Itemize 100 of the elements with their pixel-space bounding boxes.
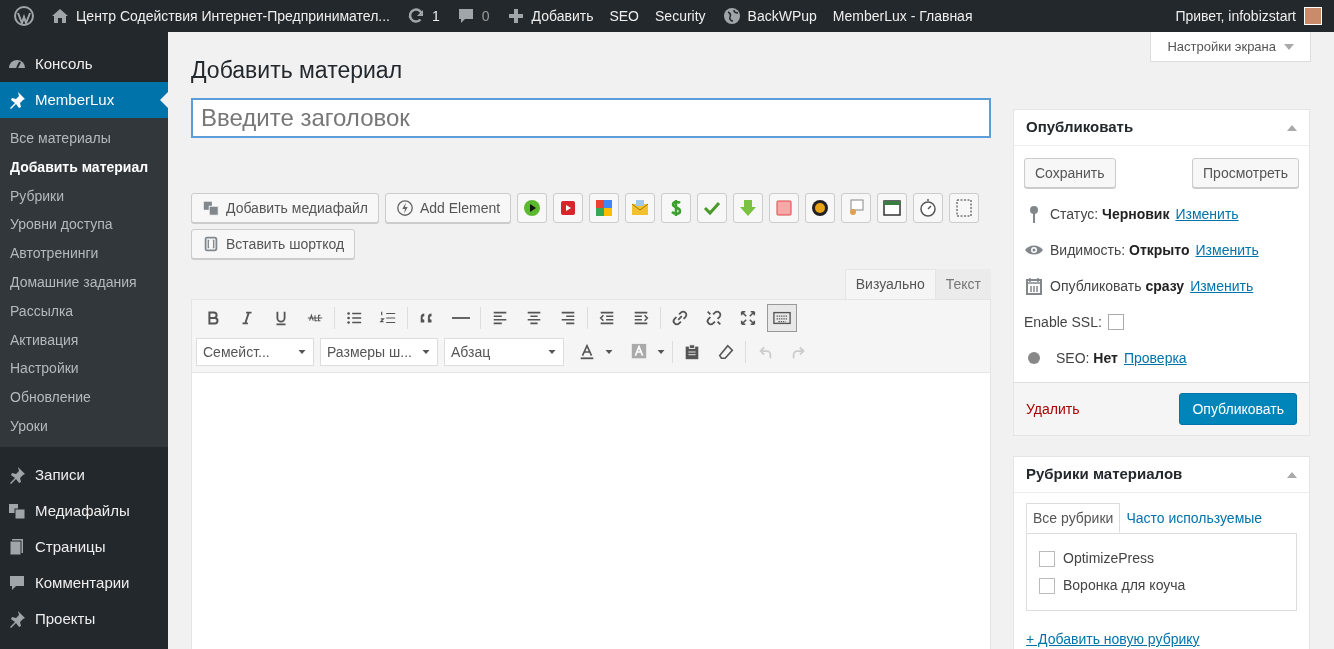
greeting-link[interactable]: Привет, infobizstart bbox=[1175, 5, 1296, 27]
toolbar-label: Центр Содействия Интернет-Предпринимател... bbox=[76, 6, 390, 26]
category-checkbox[interactable] bbox=[1039, 550, 1055, 567]
unlink-icon bbox=[705, 309, 723, 327]
page-title: Добавить материал bbox=[191, 56, 404, 85]
home-icon bbox=[50, 6, 70, 26]
add-category-link[interactable]: + Добавить новую рубрику bbox=[1026, 629, 1200, 649]
field-label: Enable SSL: bbox=[1024, 312, 1102, 332]
window-icon bbox=[882, 198, 903, 218]
submenu-item[interactable]: Активация bbox=[0, 325, 168, 355]
title-input-field[interactable]: Введите заголовок bbox=[191, 98, 991, 138]
media-button[interactable]: Add Element bbox=[384, 193, 512, 223]
toolbar-label: BackWPup bbox=[747, 6, 817, 26]
format-dropdown[interactable]: Семейст... bbox=[196, 338, 314, 366]
menu-label: Комментарии bbox=[35, 572, 130, 593]
avatar-placeholder bbox=[1304, 7, 1322, 25]
envelope-icon bbox=[630, 198, 651, 218]
down-arrow-icon bbox=[738, 198, 759, 218]
status-text: SEO: Нет bbox=[1056, 348, 1118, 368]
format-dropdown[interactable]: Размеры ш... bbox=[320, 338, 438, 366]
badge-icon bbox=[810, 198, 831, 218]
toolbar-item[interactable]: MemberLux - Главная bbox=[824, 0, 981, 32]
toolbar-item[interactable]: SEO bbox=[601, 0, 647, 32]
menu-label: Медиафайлы bbox=[35, 500, 130, 521]
stopwatch-icon bbox=[918, 198, 939, 218]
menu-item[interactable]: Проекты bbox=[0, 600, 168, 637]
square-icon bbox=[774, 198, 795, 218]
horizontal-line-icon bbox=[452, 317, 470, 319]
submenu-item[interactable]: Обновление bbox=[0, 383, 168, 412]
toolbar-label: 1 bbox=[431, 6, 440, 26]
save-draft-button[interactable]: Сохранить bbox=[1024, 158, 1116, 188]
media-button[interactable]: Добавить медиафайл bbox=[191, 193, 379, 223]
clipboard-icon bbox=[683, 343, 701, 361]
outdent-icon bbox=[598, 309, 616, 327]
text-color-icon bbox=[578, 343, 596, 361]
toolbar-label: Добавить bbox=[531, 6, 594, 26]
menu-item[interactable]: Консоль bbox=[0, 46, 168, 82]
submenu-item[interactable]: Рассылка bbox=[0, 296, 168, 326]
plugin-button[interactable] bbox=[877, 193, 908, 223]
toolbar-item[interactable]: Центр Содействия Интернет-Предпринимател... bbox=[42, 0, 398, 32]
format-dropdown[interactable]: Абзац bbox=[444, 338, 564, 366]
edit-link[interactable]: Изменить bbox=[1175, 203, 1239, 225]
submenu-item[interactable]: Рубрики bbox=[0, 181, 168, 211]
toolbar-item[interactable]: Security bbox=[647, 0, 714, 32]
toolbar-item[interactable]: 0 bbox=[447, 0, 498, 32]
status-text: Опубликовать сразу bbox=[1050, 276, 1185, 296]
submenu-item[interactable]: Уровни доступа bbox=[0, 210, 168, 240]
media-button[interactable]: Вставить шорткод bbox=[191, 229, 356, 259]
align-left-icon bbox=[491, 309, 509, 327]
dropdown-caret-icon bbox=[1284, 43, 1294, 50]
category-label: Воронка для коуча bbox=[1063, 576, 1186, 595]
submenu-item[interactable]: Автотренинги bbox=[0, 239, 168, 268]
toolbar-item[interactable]: Добавить bbox=[497, 0, 602, 32]
align-right-icon bbox=[559, 309, 577, 327]
current-arrow-icon bbox=[160, 92, 168, 108]
submenu-item[interactable]: Настройки bbox=[0, 354, 168, 384]
link-icon bbox=[671, 309, 689, 327]
menu-item[interactable]: MemberLux bbox=[0, 82, 168, 118]
menu-item[interactable]: Медиафайлы bbox=[0, 492, 168, 529]
plugin-button[interactable] bbox=[913, 193, 944, 223]
menu-label: Проекты bbox=[35, 608, 96, 629]
submenu-item[interactable]: Все материалы bbox=[0, 124, 168, 153]
category-tab[interactable]: Все рубрики bbox=[1026, 503, 1121, 533]
indent-icon bbox=[632, 309, 650, 327]
panel-title: Рубрики материалов bbox=[1026, 464, 1183, 485]
editor-tab[interactable]: Визуально bbox=[844, 269, 936, 299]
menu-label: Страницы bbox=[35, 536, 106, 557]
menu-item[interactable]: Комментарии bbox=[0, 564, 168, 601]
toolbar-item[interactable]: 1 bbox=[397, 0, 448, 32]
edit-link[interactable]: Проверка bbox=[1123, 347, 1187, 369]
editor-tab[interactable]: Текст bbox=[935, 269, 991, 299]
align-center-icon bbox=[525, 309, 543, 327]
publish-button[interactable]: Опубликовать bbox=[1179, 393, 1297, 425]
calendar-icon bbox=[1024, 276, 1044, 296]
submenu-item[interactable]: Уроки bbox=[0, 411, 168, 441]
category-tab[interactable]: Часто используемые bbox=[1120, 503, 1269, 533]
toolbar-item[interactable]: BackWPup bbox=[713, 0, 825, 32]
toolbar-button[interactable] bbox=[767, 304, 797, 332]
screen-options-button[interactable]: Настройки экрана bbox=[1150, 32, 1311, 62]
menu-item[interactable]: Записи bbox=[0, 456, 168, 493]
edit-link[interactable]: Изменить bbox=[1195, 239, 1259, 261]
plugin-button[interactable] bbox=[805, 193, 836, 223]
highlight-color-icon bbox=[630, 343, 648, 361]
color-grid-icon bbox=[594, 198, 615, 218]
submenu-item[interactable]: Добавить материал bbox=[0, 152, 168, 182]
dashed-frame-icon bbox=[954, 198, 975, 218]
status-text: Статус: Черновик bbox=[1050, 204, 1170, 224]
lightning-icon bbox=[395, 199, 414, 217]
category-checkbox[interactable] bbox=[1039, 577, 1055, 594]
menu-item[interactable]: Страницы bbox=[0, 528, 168, 565]
media-icon bbox=[202, 199, 220, 217]
toolbar-label: 0 bbox=[481, 6, 490, 26]
submenu-item[interactable]: Домашние задания bbox=[0, 268, 168, 297]
ssl-checkbox[interactable] bbox=[1107, 314, 1124, 330]
eraser-icon bbox=[717, 343, 735, 361]
fullscreen-icon bbox=[739, 309, 757, 327]
delete-link[interactable]: Удалить bbox=[1026, 398, 1080, 420]
preview-button[interactable]: Просмотреть bbox=[1192, 158, 1299, 188]
edit-link[interactable]: Изменить bbox=[1190, 275, 1254, 297]
plugin-button[interactable] bbox=[517, 193, 548, 223]
